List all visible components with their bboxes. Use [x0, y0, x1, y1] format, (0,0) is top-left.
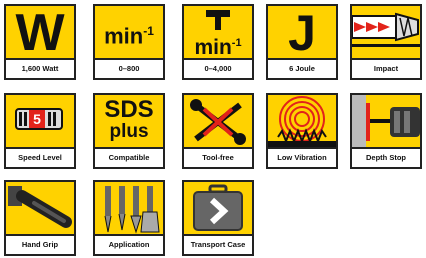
feature-tile-energy: J 6 Joule — [266, 4, 338, 80]
feature-tile-case: Transport Case — [182, 180, 254, 256]
sds-plus-label: plus — [109, 121, 149, 142]
rpm-icon: min-1 — [95, 6, 163, 60]
tile-caption: 6 Joule — [268, 58, 336, 78]
tile-caption: 0–4,000 — [184, 58, 252, 78]
tile-caption: Application — [95, 234, 163, 254]
feature-tile-depth: Depth Stop — [350, 93, 422, 169]
tile-caption: Low Vibration — [268, 147, 336, 167]
bpm-unit: min-1 — [194, 36, 242, 59]
tile-caption: Transport Case — [184, 234, 252, 254]
tile-caption: Tool-free — [184, 147, 252, 167]
tile-caption: Depth Stop — [352, 147, 420, 167]
depth-stop-icon — [352, 95, 420, 149]
power-symbol: W — [15, 6, 65, 60]
tile-caption: 1,600 Watt — [6, 58, 74, 78]
transport-case-icon — [184, 182, 252, 236]
feature-tile-power: W 1,600 Watt — [4, 4, 76, 80]
joule-energy-icon: J — [268, 6, 336, 60]
feature-tile-application: Application — [93, 180, 165, 256]
speed-level-icon: 5 — [6, 95, 74, 149]
feature-tile-impact: Impact — [350, 4, 422, 80]
speed-level-value: 5 — [33, 111, 41, 127]
impact-arrows-icon — [352, 6, 420, 60]
feature-tile-bpm: min-1 0–4,000 — [182, 4, 254, 80]
feature-tile-speed: 5 Speed Level — [4, 93, 76, 169]
feature-tile-rpm: min-1 0–800 — [93, 4, 165, 80]
application-bits-icon — [95, 182, 163, 236]
low-vibration-icon — [268, 95, 336, 149]
hammer-rate-icon: min-1 — [184, 6, 252, 60]
tile-caption: Hand Grip — [6, 234, 74, 254]
rpm-unit: min-1 — [104, 23, 154, 49]
feature-tile-grip: Hand Grip — [4, 180, 76, 256]
tile-caption: 0–800 — [95, 58, 163, 78]
tile-caption: Speed Level — [6, 147, 74, 167]
tool-free-icon — [184, 95, 252, 149]
sds-label: SDS — [104, 96, 154, 123]
feature-tile-toolfree: Tool-free — [182, 93, 254, 169]
feature-tile-vibration: Low Vibration — [266, 93, 338, 169]
feature-tile-sds: SDS plus Compatible — [93, 93, 165, 169]
hand-grip-icon — [6, 182, 74, 236]
tile-caption: Compatible — [95, 147, 163, 167]
joule-symbol: J — [288, 6, 316, 60]
power-watt-icon: W — [6, 6, 74, 60]
sds-plus-icon: SDS plus — [95, 95, 163, 149]
tile-caption: Impact — [352, 58, 420, 78]
